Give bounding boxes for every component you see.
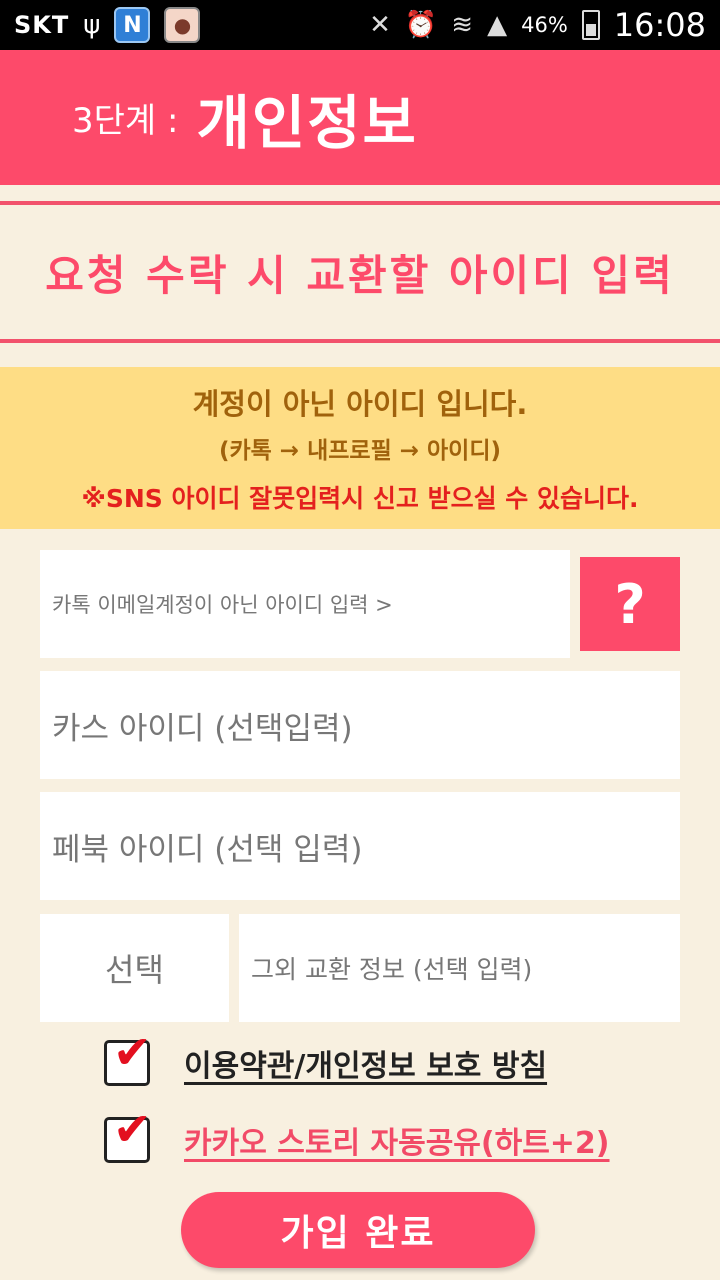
carrier-label: SKT [14, 11, 70, 39]
terms-row: ✔ 이용약관/개인정보 보호 방침 [104, 1029, 547, 1086]
share-checkbox[interactable]: ✔ [104, 1106, 152, 1163]
submit-button[interactable]: 가입 완료 [181, 1192, 535, 1268]
share-row: ✔ 카카오 스토리 자동공유(하트+2) [104, 1106, 610, 1163]
wifi-icon: ≋ [451, 10, 474, 40]
help-button[interactable]: ? [580, 557, 680, 651]
clock: 16:08 [613, 6, 706, 44]
subtitle-band: 요청 수락 시 교환할 아이디 입력 [0, 201, 720, 343]
other-info-input[interactable]: 그외 교환 정보 (선택 입력) [239, 914, 680, 1022]
mute-icon: ✕ [369, 10, 391, 40]
kakaostory-id-input[interactable]: 카스 아이디 (선택입력) [40, 671, 680, 779]
app-icon: ● [164, 7, 201, 43]
step-label: 3단계 : [72, 101, 179, 141]
notice-line-2: (카톡 → 내프로필 → 아이디) [218, 438, 502, 464]
page-title: 개인정보 [196, 88, 418, 157]
alarm-icon: ⏰ [404, 10, 438, 40]
checkmark-icon: ✔ [113, 1025, 152, 1079]
terms-link[interactable]: 이용약관/개인정보 보호 방침 [184, 1041, 547, 1085]
kakao-id-input[interactable]: 카톡 이메일계정이 아닌 아이디 입력 > [40, 550, 570, 658]
usb-icon: ψ [83, 10, 101, 40]
info-type-select[interactable]: 선택 [40, 914, 229, 1022]
battery-percent: 46% [521, 13, 568, 37]
checkmark-icon: ✔ [113, 1102, 152, 1156]
signal-icon: ▲ [487, 10, 508, 40]
notice-box: 계정이 아닌 아이디 입니다. (카톡 → 내프로필 → 아이디) ※SNS 아… [0, 367, 720, 529]
notice-warning: ※SNS 아이디 잘못입력시 신고 받으실 수 있습니다. [81, 484, 639, 513]
battery-icon [581, 10, 600, 40]
facebook-id-input[interactable]: 페북 아이디 (선택 입력) [40, 792, 680, 900]
section-subtitle: 요청 수락 시 교환할 아이디 입력 [45, 250, 675, 300]
n-app-icon: N [114, 7, 151, 43]
kakaostory-share-link[interactable]: 카카오 스토리 자동공유(하트+2) [184, 1118, 610, 1162]
status-bar: SKT ψ N ● ✕ ⏰ ≋ ▲ 46% 16:08 [0, 0, 720, 50]
notice-line-1: 계정이 아닌 아이디 입니다. [192, 387, 528, 421]
terms-checkbox[interactable]: ✔ [104, 1029, 152, 1086]
page-header: 3단계 : 개인정보 [0, 50, 720, 185]
